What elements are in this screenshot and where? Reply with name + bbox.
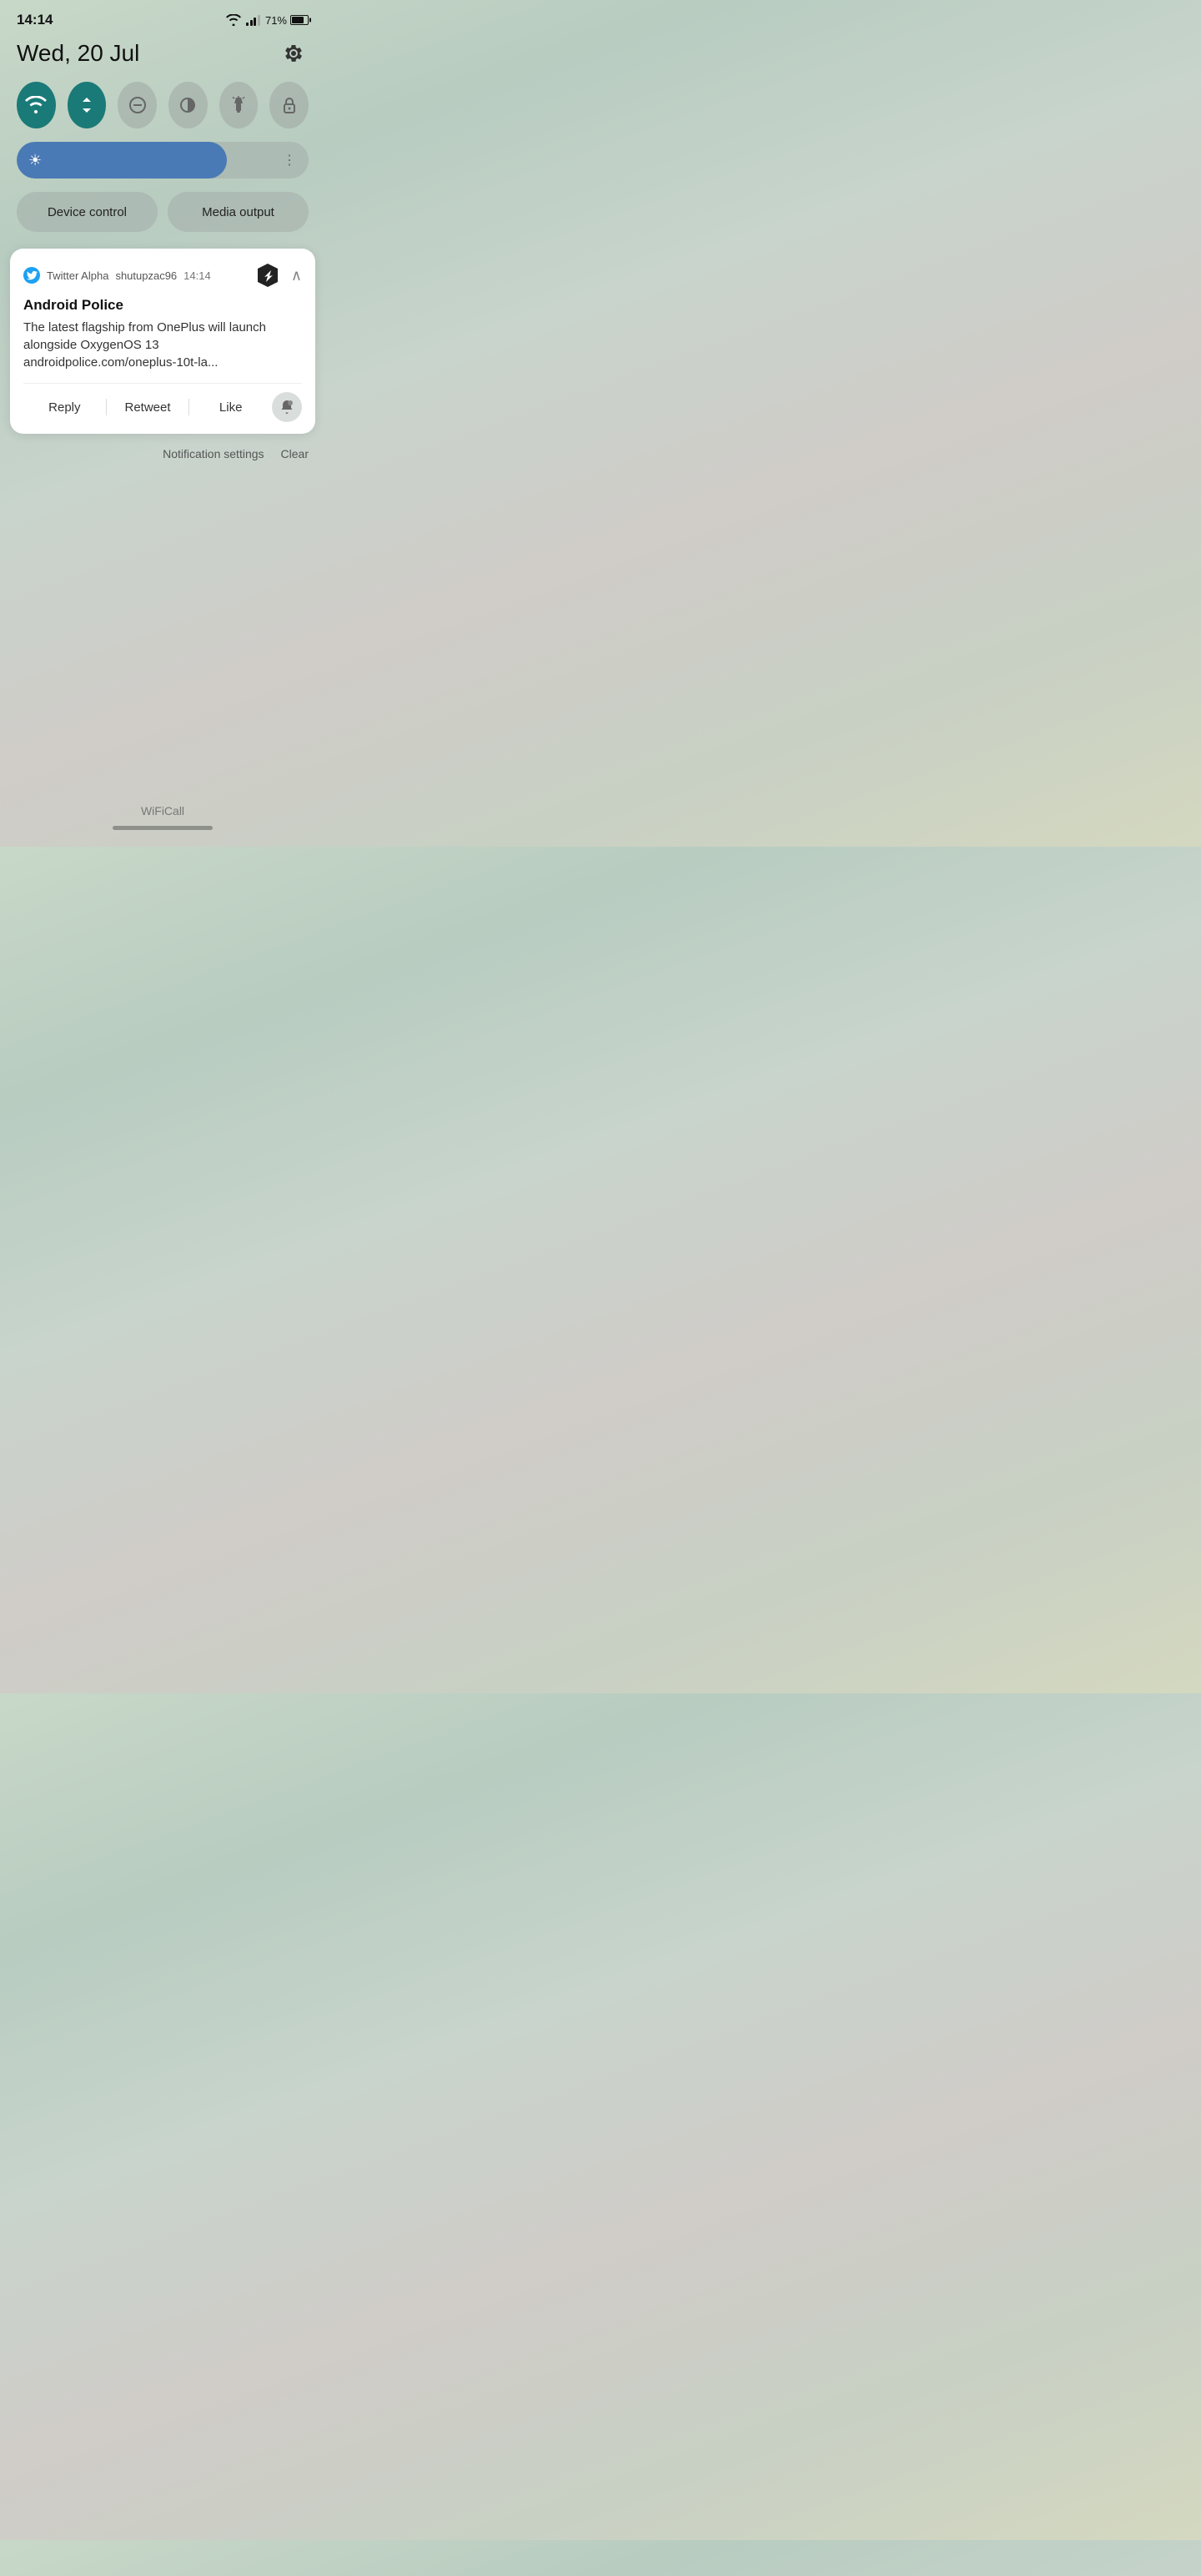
- notification-username: shutupzac96: [115, 269, 177, 282]
- android-police-logo: [253, 260, 283, 290]
- signal-icon: [246, 15, 260, 26]
- data-toggle[interactable]: [68, 82, 107, 128]
- wifi-call-label: WiFiCall: [141, 804, 184, 818]
- notification-actions: Reply Retweet Like: [23, 383, 302, 422]
- status-bar: 14:14 71%: [0, 0, 325, 35]
- action-buttons-row: Device control Media output: [0, 192, 325, 249]
- media-output-button[interactable]: Media output: [168, 192, 309, 232]
- battery-indicator: 71%: [265, 14, 309, 27]
- date-display: Wed, 20 Jul: [17, 40, 139, 67]
- clear-notification-button[interactable]: Clear: [281, 447, 309, 460]
- brightness-slider[interactable]: ☀ ⋮: [17, 142, 309, 179]
- notification-header-right: ∧: [253, 260, 302, 290]
- wifi-status-icon: [226, 14, 241, 26]
- retweet-button[interactable]: Retweet: [107, 397, 189, 418]
- notification-time: 14:14: [183, 269, 211, 282]
- notification-header: Twitter Alpha shutupzac96 14:14 ∧: [23, 260, 302, 290]
- brightness-more-icon[interactable]: ⋮: [283, 152, 297, 169]
- notification-header-left: Twitter Alpha shutupzac96 14:14: [23, 267, 211, 284]
- notification-settings-button[interactable]: Notification settings: [163, 447, 264, 460]
- torch-toggle[interactable]: [219, 82, 259, 128]
- screen-lock-toggle[interactable]: [269, 82, 309, 128]
- status-icons: 71%: [226, 14, 309, 27]
- wifi-toggle[interactable]: [17, 82, 56, 128]
- status-time: 14:14: [17, 12, 53, 28]
- notification-card: Twitter Alpha shutupzac96 14:14 ∧ Androi…: [10, 249, 315, 434]
- quick-toggles: [0, 82, 325, 142]
- battery-percent: 71%: [265, 14, 287, 27]
- like-button[interactable]: Like: [189, 397, 272, 418]
- date-row: Wed, 20 Jul: [0, 35, 325, 82]
- dnd-toggle[interactable]: [118, 82, 157, 128]
- notification-app-name: Twitter Alpha: [47, 269, 108, 282]
- notification-settings-row: Notification settings Clear: [0, 440, 325, 470]
- reply-button[interactable]: Reply: [23, 397, 106, 418]
- battery-icon: [290, 15, 309, 25]
- device-control-button[interactable]: Device control: [17, 192, 158, 232]
- settings-button[interactable]: [279, 38, 309, 68]
- sun-icon: ☀: [28, 152, 42, 169]
- home-indicator[interactable]: [113, 826, 213, 830]
- bottom-area: WiFiCall: [0, 470, 325, 847]
- notification-title: Android Police: [23, 297, 302, 314]
- twitter-app-icon: [23, 267, 40, 284]
- night-mode-toggle[interactable]: [168, 82, 208, 128]
- notification-collapse-button[interactable]: ∧: [291, 267, 302, 284]
- notification-body: The latest flagship from OnePlus will la…: [23, 319, 302, 371]
- notification-bell-button[interactable]: [272, 392, 302, 422]
